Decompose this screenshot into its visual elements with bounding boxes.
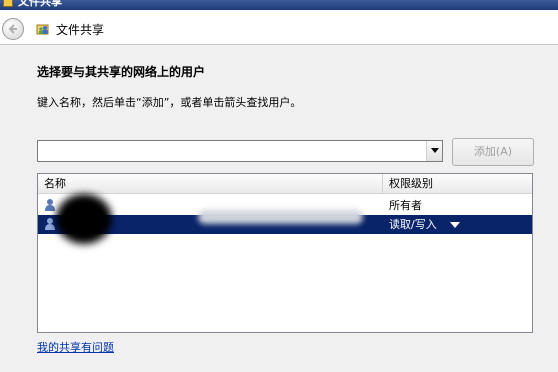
permission-level: 读取/写入 bbox=[389, 218, 437, 231]
column-header-permission[interactable]: 权限级别 bbox=[383, 174, 532, 193]
help-link[interactable]: 我的共享有问题 bbox=[37, 340, 114, 355]
add-button[interactable]: 添加(A) bbox=[452, 138, 534, 166]
column-header-name[interactable]: 名称 bbox=[38, 174, 383, 193]
user-list[interactable]: 名称 权限级别 所有者 读取/写入 bbox=[37, 173, 533, 333]
window-titlebar: 文件共享 bbox=[0, 0, 558, 10]
window-title: 文件共享 bbox=[18, 0, 62, 8]
user-icon bbox=[45, 199, 55, 211]
redaction-blur bbox=[56, 194, 112, 244]
permission-dropdown-icon[interactable] bbox=[450, 222, 460, 228]
list-header: 名称 权限级别 bbox=[38, 174, 532, 194]
back-button[interactable] bbox=[2, 18, 24, 40]
user-icon bbox=[45, 218, 55, 230]
dropdown-button[interactable] bbox=[426, 141, 442, 161]
user-name-combobox[interactable] bbox=[37, 140, 443, 162]
redaction-blur bbox=[198, 210, 363, 224]
back-arrow-icon bbox=[8, 24, 17, 34]
permission-level: 所有者 bbox=[389, 199, 422, 212]
navigation-bar: 文件共享 bbox=[0, 10, 558, 45]
instruction-text: 键入名称，然后单击“添加”，或者单击箭头查找用户。 bbox=[37, 96, 302, 109]
page-title: 文件共享 bbox=[56, 23, 105, 37]
folder-icon bbox=[3, 0, 13, 7]
section-heading: 选择要与其共享的网络上的用户 bbox=[37, 65, 206, 79]
chevron-down-icon bbox=[431, 148, 439, 153]
file-share-icon bbox=[36, 24, 49, 35]
user-name-input[interactable] bbox=[38, 141, 424, 161]
